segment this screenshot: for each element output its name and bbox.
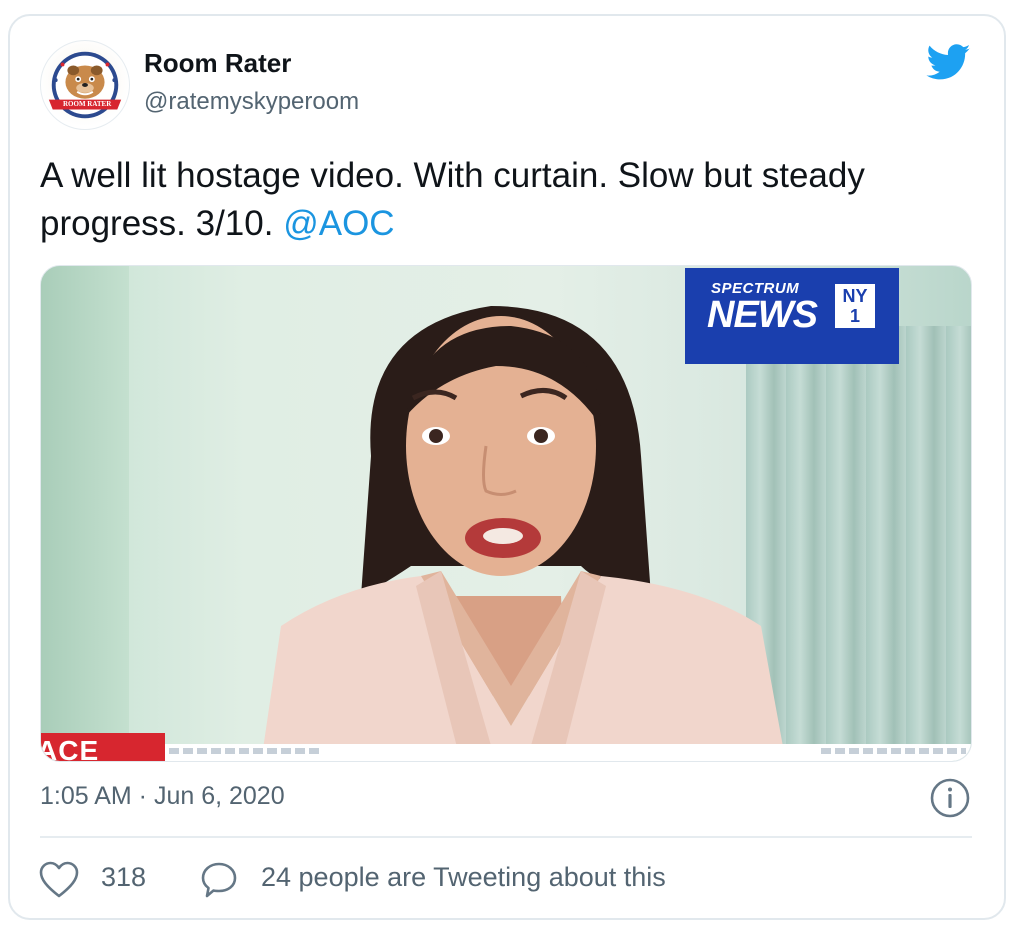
spectrum-news-logo: SPECTRUM NEWS NY 1 — [685, 268, 899, 364]
footer-divider — [40, 836, 972, 838]
author-name[interactable]: Room Rater — [144, 48, 291, 79]
logo-ny-text: NY — [842, 286, 868, 306]
race-tag-text: ACE — [41, 735, 100, 762]
tweet-media[interactable]: SPECTRUM NEWS NY 1 ACE — [40, 265, 972, 762]
mention-link[interactable]: @AOC — [283, 204, 394, 243]
info-icon[interactable] — [928, 776, 972, 820]
logo-one-text: 1 — [849, 306, 860, 326]
like-count[interactable]: 318 — [101, 862, 146, 893]
logo-ny1-badge: NY 1 — [835, 284, 875, 328]
lower-third-ticks-right — [821, 748, 966, 754]
race-tag: ACE — [41, 733, 165, 762]
author-avatar[interactable]: ROOM RATER — [40, 40, 130, 130]
speech-bubble-icon[interactable] — [199, 860, 239, 900]
bulldog-logo-icon — [48, 51, 122, 119]
lower-third-ticks-left — [169, 748, 319, 754]
heart-icon[interactable] — [38, 860, 80, 900]
author-handle[interactable]: @ratemyskyperoom — [144, 88, 359, 116]
tweet-timestamp[interactable]: 1:05 AM · Jun 6, 2020 — [40, 782, 285, 811]
tweet-body: A well lit hostage video. With curtain. … — [40, 156, 865, 243]
tweet-text: A well lit hostage video. With curtain. … — [40, 152, 970, 248]
logo-news-text: NEWS — [707, 294, 818, 336]
tweeting-about-link[interactable]: 24 people are Tweeting about this — [261, 862, 666, 893]
avatar-ribbon-text: ROOM RATER — [63, 100, 112, 108]
twitter-bird-icon[interactable] — [924, 40, 974, 84]
